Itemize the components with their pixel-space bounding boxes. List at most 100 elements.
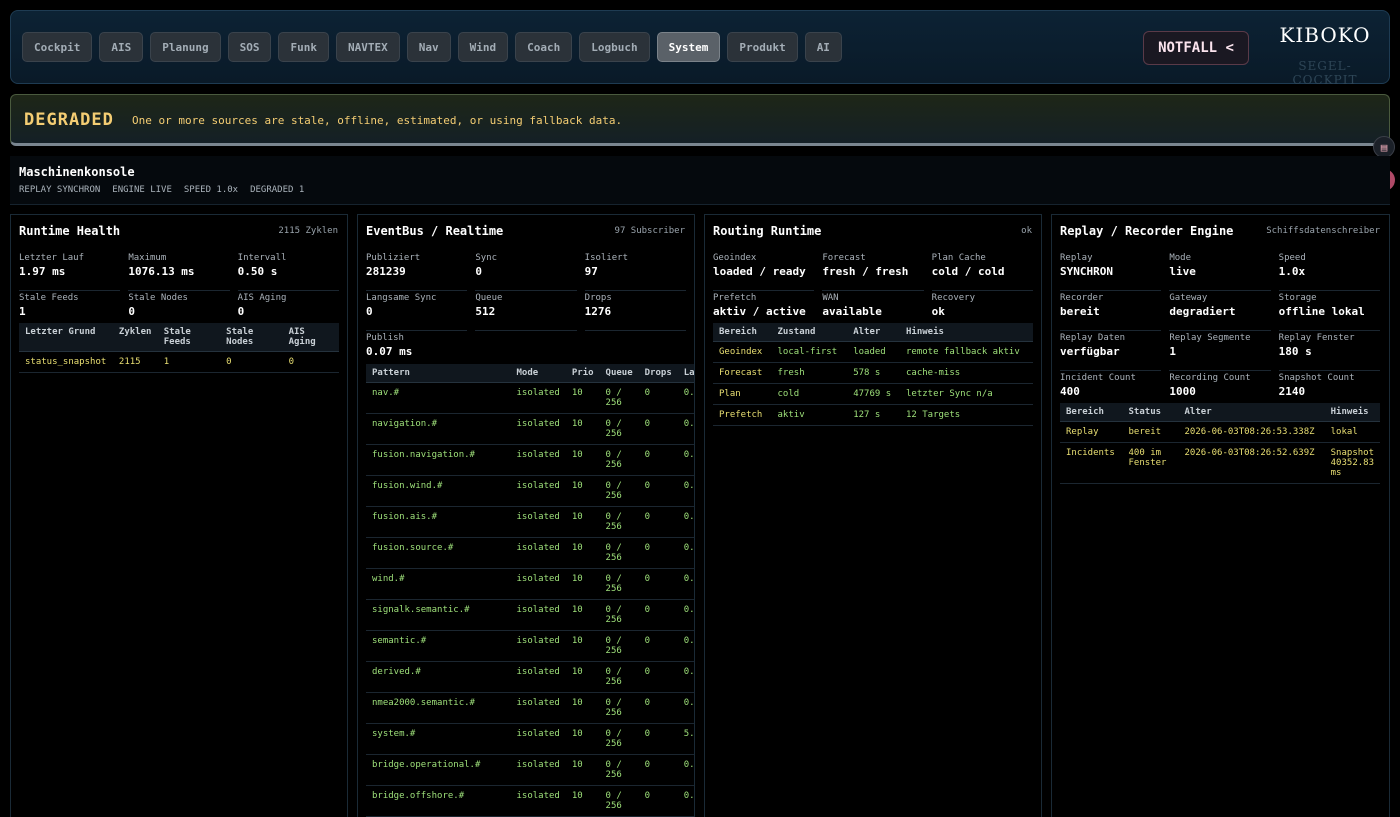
- table-header-row: Letzter Grund Zyklen Stale Feeds Stale Node…: [19, 323, 339, 352]
- table-row: fusion.wind.#isolated100 / 25600.0: [366, 475, 694, 507]
- tab-ai[interactable]: AI: [804, 32, 842, 62]
- table-cell: 0 / 256: [599, 630, 639, 662]
- stat-cell: Queue 512: [475, 291, 577, 331]
- table-cell: 0: [638, 630, 678, 662]
- routing-panel: Routing Runtime ok Geoindex loaded / read…: [704, 214, 1042, 817]
- table-cell: 0.0: [677, 661, 694, 693]
- table-cell: isolated: [510, 475, 566, 507]
- table-cell: fusion.wind.#: [366, 475, 511, 507]
- console-tag: DEGRADED 1: [250, 185, 305, 195]
- tab-coach[interactable]: Coach: [515, 32, 573, 62]
- top-navigation-bar: Cockpit AIS Planung SOS Funk NAVTEX Nav Wind Coa…: [10, 10, 1390, 87]
- table-cell: derived.#: [366, 661, 511, 693]
- table-cell: 0: [638, 754, 678, 786]
- tab-navtex[interactable]: NAVTEX: [335, 32, 400, 62]
- tab-planung[interactable]: Planung: [150, 32, 221, 62]
- column-header: Alter: [1178, 403, 1325, 422]
- tab-wind[interactable]: Wind: [457, 32, 509, 62]
- table-cell: 127 s: [847, 404, 900, 426]
- table-row: navigation.#isolated100 / 25600.0: [366, 413, 694, 445]
- table-cell: 12 Targets: [899, 404, 1033, 426]
- table-row: Incidents 400 im Fenster 2026-06-03T08:26:…: [1060, 442, 1380, 484]
- table-row: signalk.semantic.#isolated100 / 25600.0: [366, 599, 694, 631]
- column-header: Zyklen: [112, 323, 158, 352]
- table-row: Plan cold 47769 s letzter Sync n/a: [713, 383, 1033, 405]
- table-cell: 0 / 256: [599, 506, 639, 538]
- table-cell: 2026-06-03T08:26:52.639Z: [1178, 442, 1325, 484]
- table-cell: 10: [565, 661, 600, 693]
- column-header: Stale Nodes: [220, 323, 283, 352]
- column-header: Pattern: [366, 364, 511, 383]
- table-cell: local-first: [771, 341, 848, 363]
- stat-cell: Sync 0: [475, 251, 577, 291]
- stat-label: Queue: [475, 293, 503, 303]
- table-cell: 0: [638, 599, 678, 631]
- table-row: Replay bereit 2026-06-03T08:26:53.338Z loka…: [1060, 421, 1380, 443]
- stat-label: Gateway: [1169, 293, 1208, 303]
- table-cell: 10: [565, 537, 600, 569]
- tab-cockpit[interactable]: Cockpit: [22, 32, 93, 62]
- stat-label: Storage: [1278, 293, 1317, 303]
- column-header: Mode: [510, 364, 566, 383]
- stat-value: cold / cold: [931, 265, 1005, 278]
- table-header-row: Bereich Zustand Alter Hinweis: [713, 323, 1033, 342]
- table-cell: 0 / 256: [599, 568, 639, 600]
- emergency-button[interactable]: NOTFALL <: [1143, 31, 1249, 65]
- table-cell: 0.0: [677, 413, 694, 445]
- table-cell: Replay: [1060, 421, 1123, 443]
- stat-label: Sync: [475, 253, 498, 263]
- table-cell: Snapshot 40352.83 ms: [1324, 442, 1380, 484]
- table-cell: 0.0: [677, 568, 694, 600]
- stat-value: 0: [366, 305, 373, 318]
- tab-nav[interactable]: Nav: [406, 32, 451, 62]
- table-row: nav.#isolated100 / 25600.0: [366, 382, 694, 414]
- table-cell: 2115: [112, 351, 158, 373]
- stat-label: Incident Count: [1060, 373, 1136, 383]
- table-header-row: Bereich Status Alter Hinweis: [1060, 403, 1380, 422]
- stat-label: Intervall: [237, 253, 287, 263]
- tab-funk[interactable]: Funk: [278, 32, 329, 62]
- tab-ais[interactable]: AIS: [99, 32, 144, 62]
- table-cell: signalk.semantic.#: [366, 599, 511, 631]
- console-tag: REPLAY SYNCHRON: [19, 185, 101, 195]
- panel-title: Replay / Recorder Engine: [1060, 224, 1234, 238]
- table-cell: 2026-06-03T08:26:53.338Z: [1178, 421, 1325, 443]
- tab-system[interactable]: System: [656, 32, 721, 62]
- table-cell: cold: [771, 383, 848, 405]
- column-header: Bereich: [713, 323, 772, 342]
- tab-produkt[interactable]: Produkt: [727, 32, 798, 62]
- stat-value: fresh / fresh: [822, 265, 909, 278]
- stats-grid: Geoindex loaded / ready Forecast fresh / fr…: [713, 251, 1033, 331]
- column-header: Bereich: [1060, 403, 1123, 422]
- table-cell: isolated: [510, 661, 566, 693]
- status-banner-message: One or more sources are stale, offline, …: [132, 114, 623, 127]
- table-cell: 0.0: [677, 506, 694, 538]
- tab-logbuch[interactable]: Logbuch: [579, 32, 650, 62]
- brand-logo: KIBOKO SEGEL-COCKPIT: [1269, 23, 1381, 87]
- stat-value: 1: [1169, 345, 1176, 358]
- tab-sos[interactable]: SOS: [227, 32, 272, 62]
- table-cell: 10: [565, 475, 600, 507]
- table-cell: 0: [638, 506, 678, 538]
- column-header: AIS Aging: [282, 323, 339, 352]
- table-cell: isolated: [510, 568, 566, 600]
- table-cell: 0 / 256: [599, 661, 639, 693]
- column-header: Hinweis: [899, 323, 1033, 342]
- table-cell: 0 / 256: [599, 475, 639, 507]
- stat-cell: Intervall 0.50 s: [237, 251, 339, 291]
- table-row: wind.#isolated100 / 25600.0: [366, 568, 694, 600]
- table-row: Prefetch aktiv 127 s 12 Targets: [713, 404, 1033, 426]
- stat-value: 0: [237, 305, 245, 318]
- table-cell: isolated: [510, 506, 566, 538]
- table-cell: 1: [157, 351, 221, 373]
- stat-value: 1000: [1169, 385, 1196, 398]
- table-cell: Plan: [713, 383, 772, 405]
- stat-value: SYNCHRON: [1060, 265, 1113, 278]
- stat-label: Forecast: [822, 253, 866, 263]
- table-cell: 10: [565, 506, 600, 538]
- stat-label: Recording Count: [1169, 373, 1251, 383]
- table-cell: 10: [565, 630, 600, 662]
- table-cell: 0.0: [677, 599, 694, 631]
- console-tag: SPEED 1.0x: [183, 185, 239, 195]
- widgets-icon[interactable]: ▤: [1373, 136, 1395, 158]
